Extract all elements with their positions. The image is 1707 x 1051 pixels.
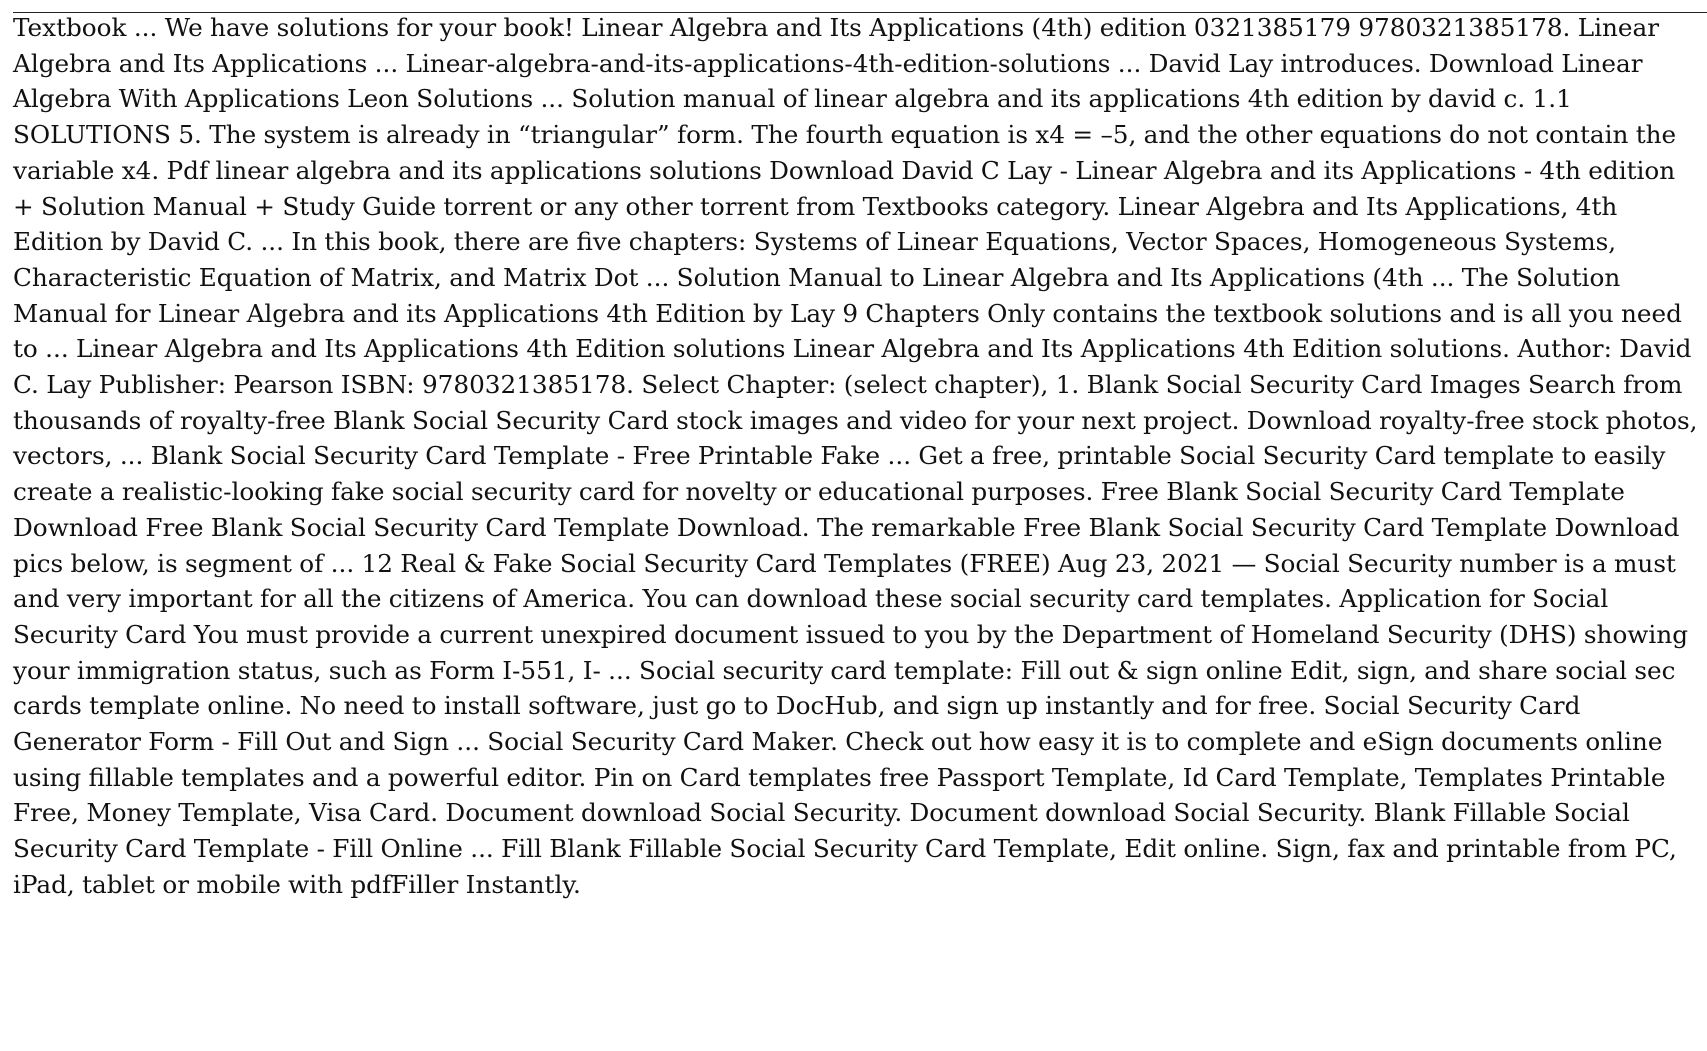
document-page: Textbook ... We have solutions for your …: [0, 0, 1707, 1051]
document-body-text: Textbook ... We have solutions for your …: [13, 13, 1698, 899]
